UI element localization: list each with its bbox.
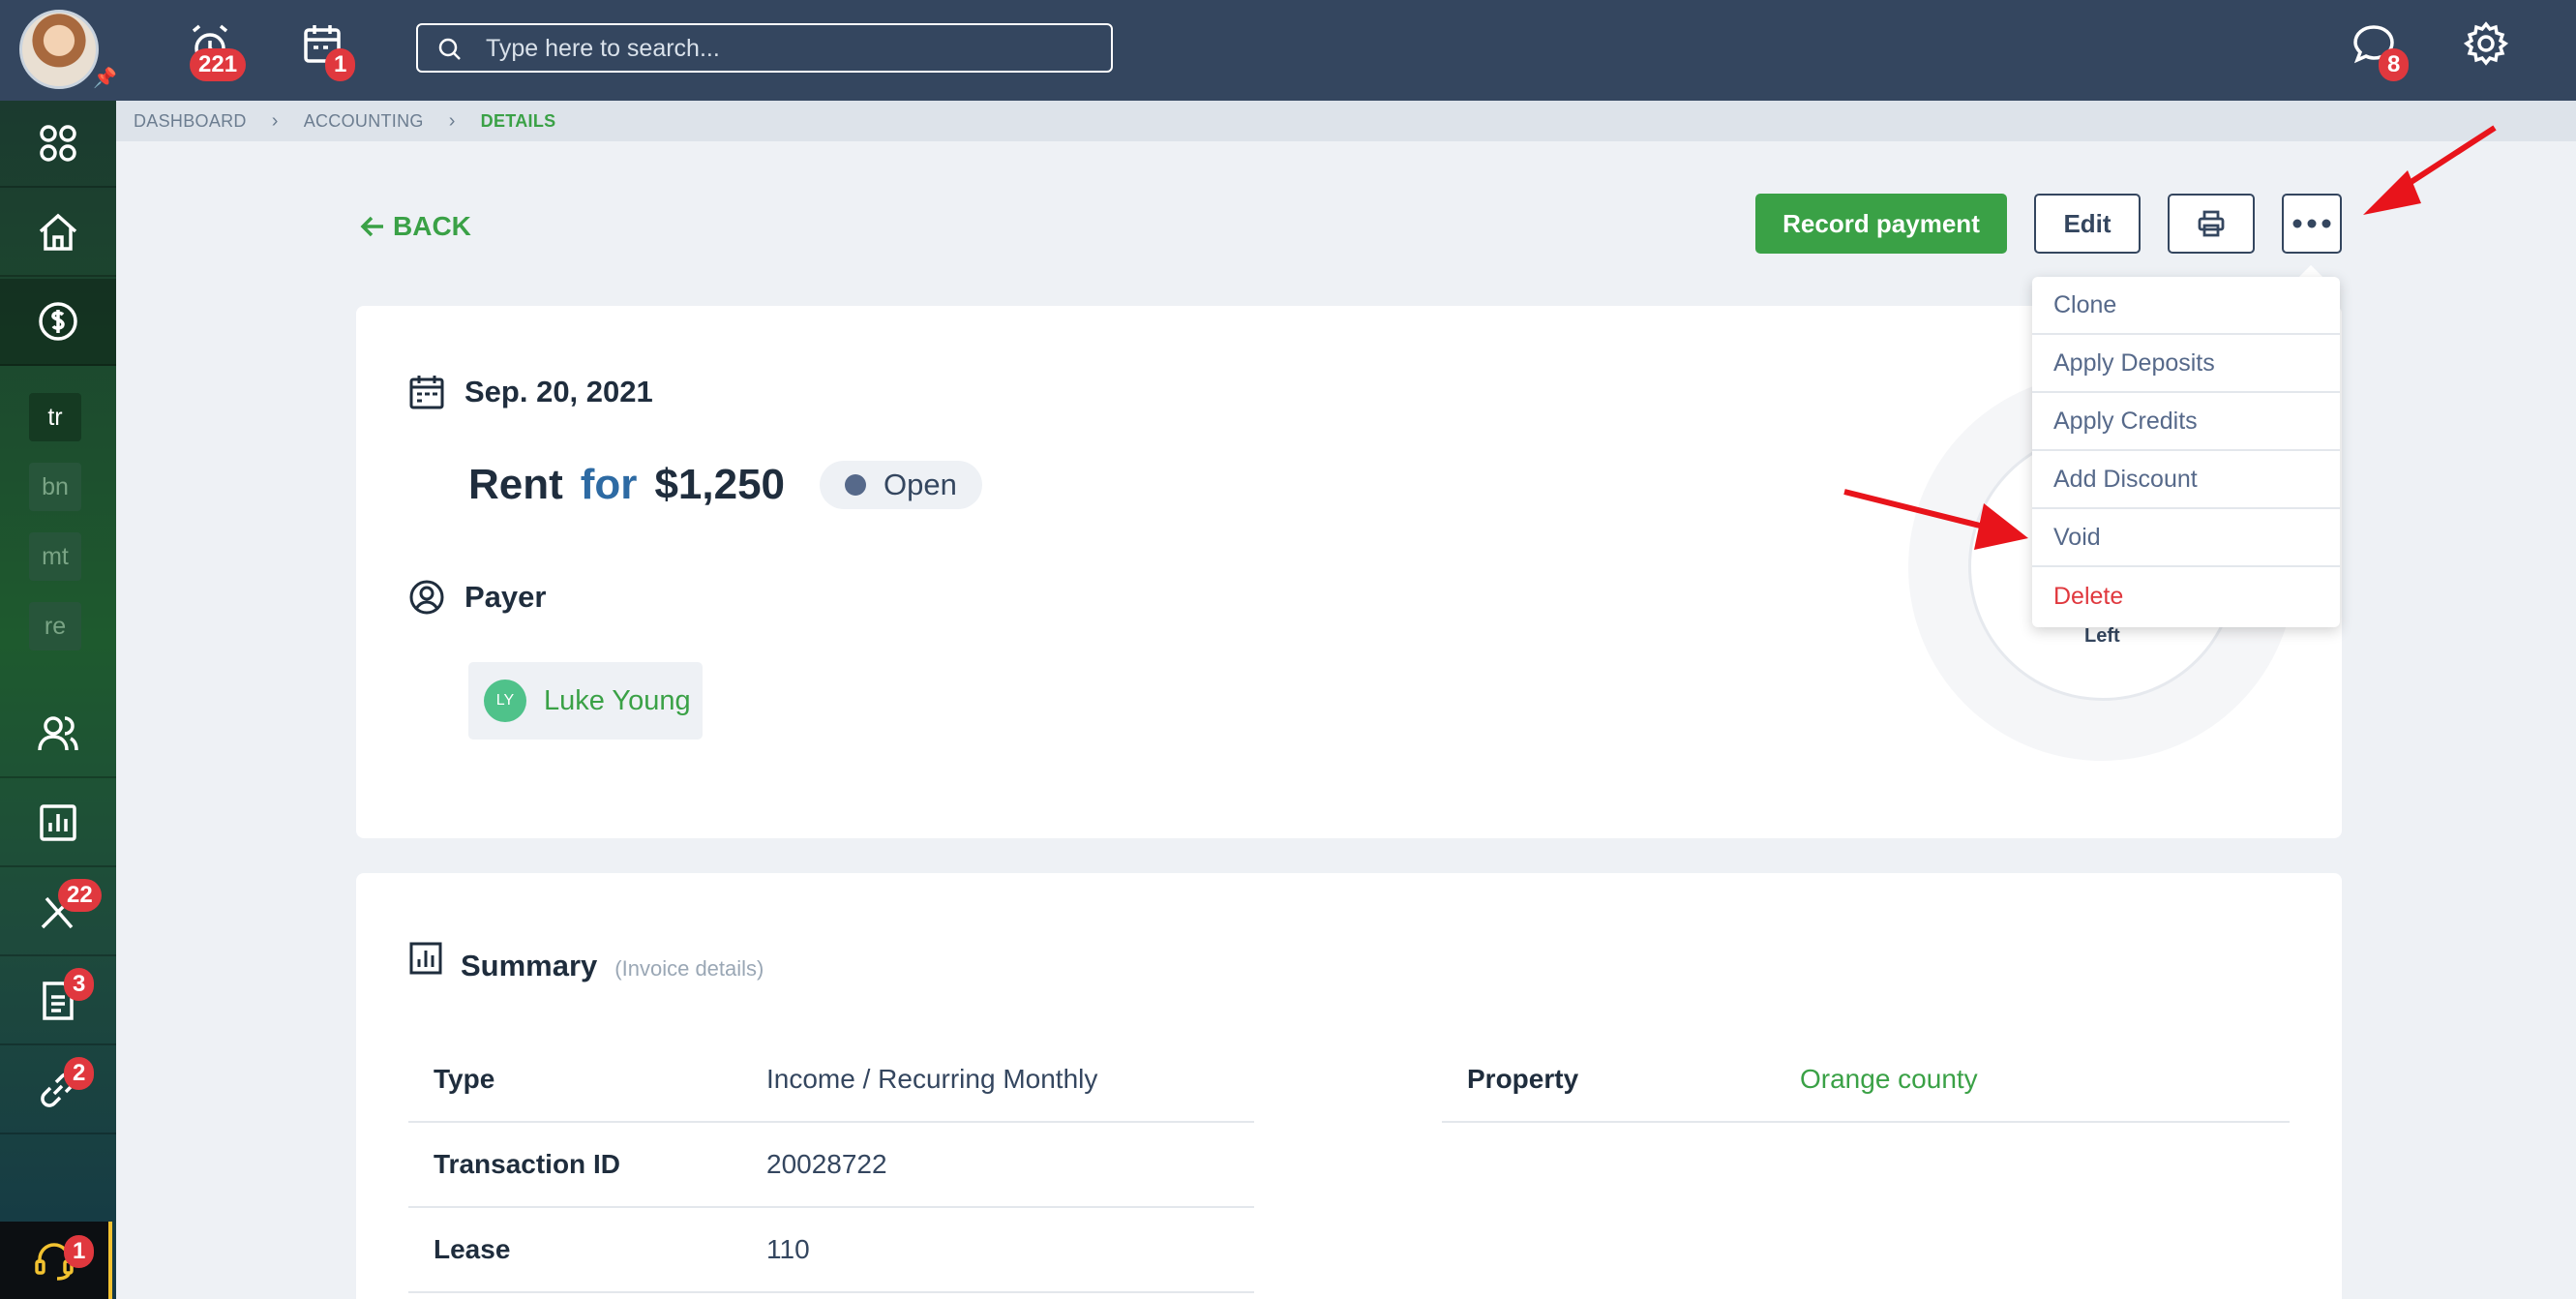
for-word: for — [580, 461, 638, 508]
settings-button[interactable] — [2463, 21, 2512, 70]
more-actions-button[interactable] — [2282, 194, 2342, 254]
summary-heading: Summary (Invoice details) — [408, 941, 764, 983]
dollar-circle-icon — [39, 302, 77, 341]
calendar-icon — [409, 376, 444, 409]
summary-row-transaction-id: Transaction ID 20028722 — [408, 1123, 1254, 1208]
annotation-arrow-icon — [2363, 125, 2497, 215]
status-label: Open — [884, 468, 957, 501]
bar-chart-icon — [409, 942, 442, 975]
summary-label: Property — [1467, 1064, 1579, 1094]
transaction-category: Rent — [468, 461, 563, 508]
sidebar-item-home[interactable] — [0, 190, 116, 277]
sidebar-item-links[interactable]: 2 — [0, 1047, 116, 1134]
sidebar-shortcut[interactable]: bn — [29, 463, 81, 511]
messages-button[interactable]: 8 — [2350, 21, 2410, 81]
payer-heading-row: Payer — [408, 579, 546, 616]
chevron-right-icon: › — [448, 109, 456, 132]
summary-title: Summary — [461, 949, 598, 982]
search-icon — [438, 38, 461, 60]
search-input[interactable] — [486, 33, 1086, 64]
calendar-button[interactable]: 1 — [300, 21, 356, 81]
summary-value: Income / Recurring Monthly — [766, 1064, 1098, 1094]
sidebar-item-documents[interactable]: 3 — [0, 958, 116, 1045]
arrow-left-icon — [360, 216, 383, 237]
menu-item-clone[interactable]: Clone — [2032, 277, 2340, 335]
messages-badge: 8 — [2379, 48, 2410, 81]
alerts-badge: 221 — [190, 48, 247, 81]
sidebar-item-accounting[interactable] — [0, 279, 116, 366]
summary-row-lease: Lease 110 — [408, 1208, 1254, 1293]
annotation-arrow-icon — [1843, 489, 2028, 550]
record-payment-button[interactable]: Record payment — [1755, 194, 2007, 254]
summary-label: Transaction ID — [434, 1149, 620, 1179]
breadcrumb-details: DETAILS — [480, 110, 556, 131]
summary-label: Type — [434, 1064, 495, 1094]
summary-value: 110 — [766, 1234, 810, 1264]
summary-label: Lease — [434, 1234, 511, 1264]
user-avatar[interactable] — [19, 10, 99, 89]
donut-left-label: Left — [2084, 625, 2120, 647]
more-horizontal-icon — [2292, 219, 2331, 228]
breadcrumb-dashboard[interactable]: DASHBOARD — [134, 111, 247, 132]
status-badge: Open — [820, 461, 982, 509]
sidebar-item-apps[interactable] — [0, 101, 116, 188]
payer-name: Luke Young — [544, 684, 691, 716]
amount-row: Rent for $1,250 Open — [468, 461, 982, 509]
payer-chip[interactable]: LY Luke Young — [468, 662, 703, 740]
payer-avatar: LY — [484, 680, 526, 722]
apps-grid-icon — [40, 125, 76, 162]
pin-icon: 📌 — [93, 68, 117, 89]
summary-card: Summary (Invoice details) Type Income / … — [356, 873, 2342, 1299]
links-badge: 2 — [64, 1057, 95, 1090]
date-row: Sep. 20, 2021 — [408, 374, 653, 410]
user-circle-icon — [409, 580, 444, 615]
sidebar-item-maintenance[interactable]: 22 — [0, 869, 116, 956]
payer-heading: Payer — [464, 580, 547, 614]
summary-value: 20028722 — [766, 1149, 887, 1179]
support-button[interactable]: 1 — [0, 1222, 112, 1299]
calendar-badge: 1 — [325, 48, 356, 81]
breadcrumb-accounting[interactable]: ACCOUNTING — [304, 111, 424, 132]
summary-row-type: Type Income / Recurring Monthly — [408, 1038, 1254, 1123]
users-icon — [38, 716, 78, 751]
menu-item-apply-credits[interactable]: Apply Credits — [2032, 393, 2340, 451]
summary-row-property: Property Orange county — [1442, 1038, 2290, 1123]
breadcrumb: DASHBOARD › ACCOUNTING › DETAILS — [116, 101, 2576, 141]
chevron-right-icon: › — [271, 109, 279, 132]
transaction-amount: $1,250 — [654, 461, 786, 508]
sidebar-shortcut[interactable]: re — [29, 602, 81, 650]
home-icon — [39, 213, 77, 251]
print-button[interactable] — [2168, 194, 2255, 254]
bar-chart-icon — [40, 804, 76, 841]
support-badge: 1 — [64, 1235, 95, 1268]
menu-item-add-discount[interactable]: Add Discount — [2032, 451, 2340, 509]
menu-item-void[interactable]: Void — [2032, 509, 2340, 567]
printer-icon — [2198, 210, 2225, 237]
alerts-button[interactable]: 221 — [186, 21, 247, 81]
more-actions-menu: Clone Apply Deposits Apply Credits Add D… — [2032, 277, 2340, 627]
summary-subtitle: (Invoice details) — [614, 956, 764, 981]
status-dot — [845, 474, 867, 496]
edit-button[interactable]: Edit — [2034, 194, 2141, 254]
sidebar-shortcut[interactable]: tr — [29, 393, 81, 441]
sidebar: tr bn mt re 22 3 2 — [0, 101, 116, 1299]
property-link[interactable]: Orange county — [1800, 1064, 1978, 1095]
top-bar: 📌 221 1 8 — [0, 0, 2576, 101]
back-link[interactable]: BACK — [360, 211, 471, 242]
sidebar-item-people[interactable] — [0, 691, 116, 778]
menu-item-apply-deposits[interactable]: Apply Deposits — [2032, 335, 2340, 393]
gear-icon — [2463, 21, 2509, 66]
sidebar-shortcut[interactable]: mt — [29, 532, 81, 581]
documents-badge: 3 — [64, 968, 95, 1001]
back-label: BACK — [393, 211, 471, 241]
search-box[interactable] — [416, 23, 1113, 73]
menu-item-delete[interactable]: Delete — [2032, 567, 2340, 625]
tools-badge: 22 — [58, 879, 102, 912]
transaction-date: Sep. 20, 2021 — [464, 375, 653, 408]
sidebar-item-reports[interactable] — [0, 780, 116, 867]
